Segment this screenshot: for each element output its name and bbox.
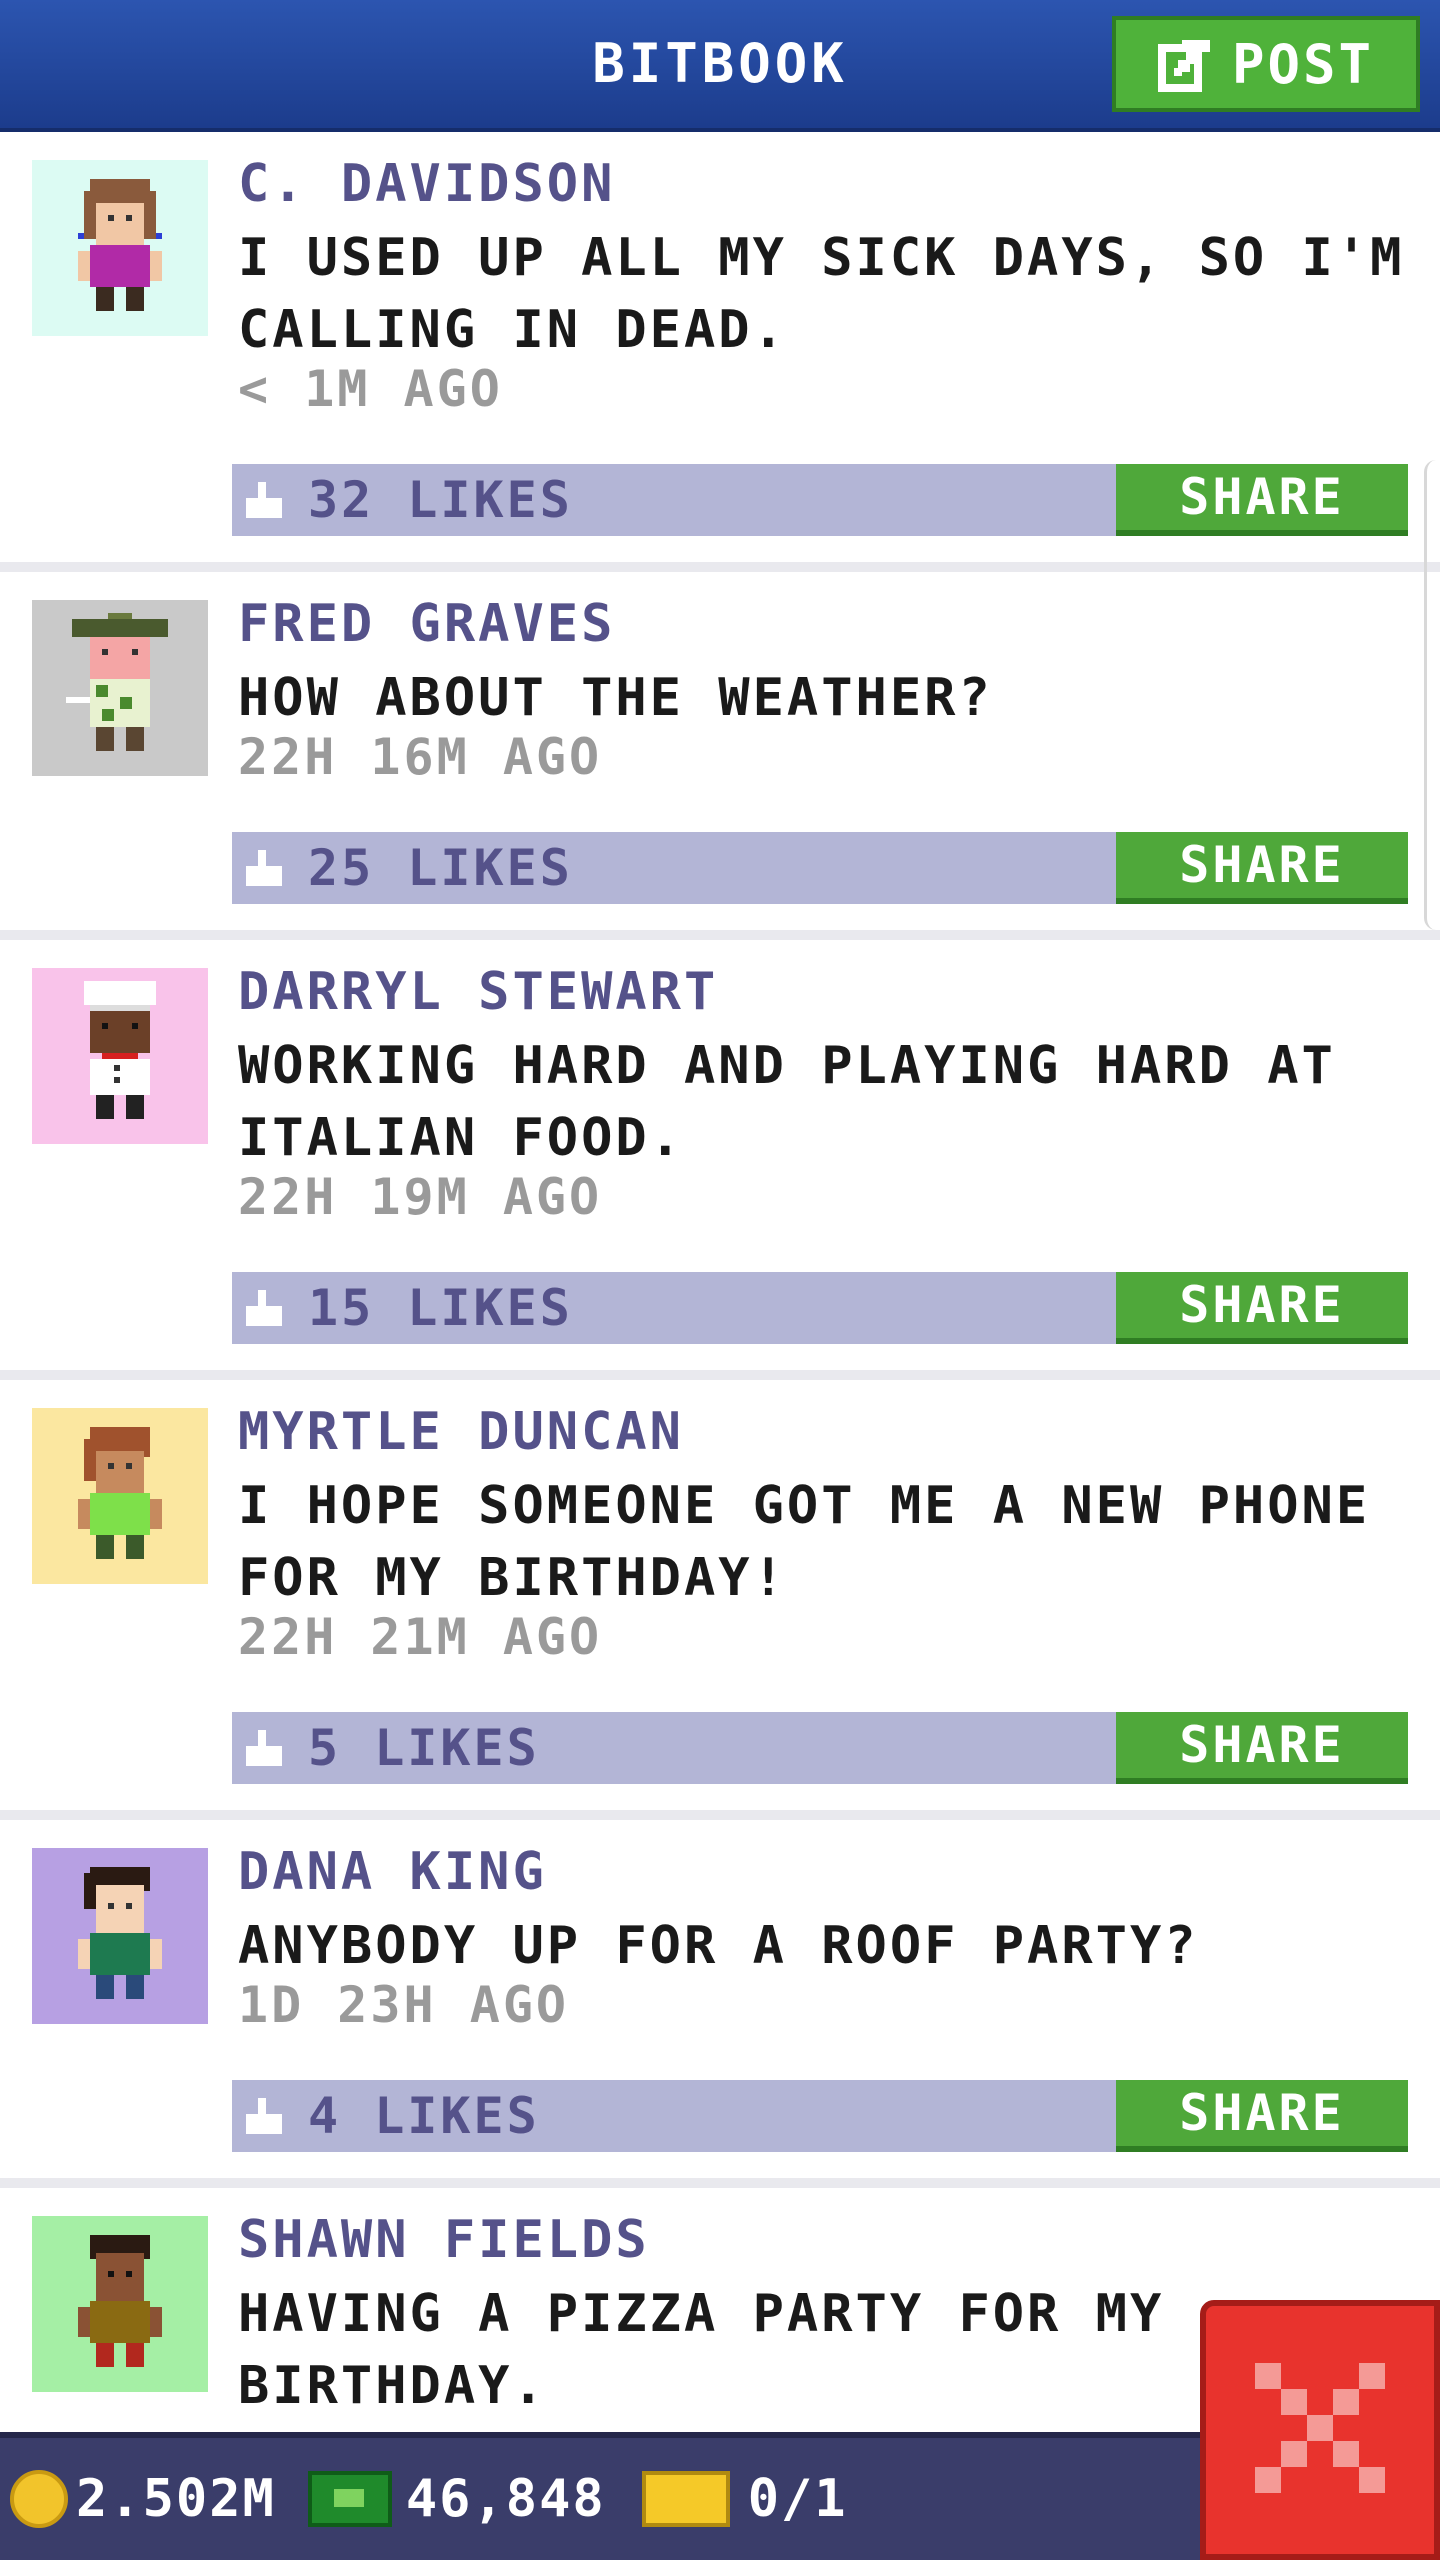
likes-count: 25 LIKES [308, 839, 573, 897]
likes-count: 5 LIKES [308, 1719, 540, 1777]
avatar [32, 1848, 208, 2024]
share-button[interactable]: SHARE [1116, 2080, 1408, 2152]
likes-bar: 5 LIKES SHARE [232, 1712, 1408, 1784]
news-feed[interactable]: C. DAVIDSON I USED UP ALL MY SICK DAYS, … [0, 132, 1440, 2448]
post-text: ANYBODY UP FOR A ROOF PARTY? [238, 1916, 1199, 1976]
post-time: < 1M AGO [238, 360, 503, 418]
close-button[interactable] [1200, 2300, 1440, 2560]
bux-count: 46,848 [405, 2469, 606, 2529]
feed-post: C. DAVIDSON I USED UP ALL MY SICK DAYS, … [0, 132, 1440, 572]
post-time: 22H 21M AGO [238, 1608, 603, 1666]
avatar [32, 2216, 208, 2392]
share-button[interactable]: SHARE [1116, 1272, 1408, 1344]
post-text: WORKING HARD AND PLAYING HARD AT ITALIAN… [238, 1036, 1336, 1168]
post-author[interactable]: C. DAVIDSON [238, 154, 615, 214]
likes-count: 4 LIKES [308, 2087, 540, 2145]
thumbs-up-icon[interactable] [246, 1290, 282, 1326]
thumbs-up-icon[interactable] [246, 482, 282, 518]
post-time: 1D 23H AGO [238, 1976, 570, 2034]
share-button[interactable]: SHARE [1116, 1712, 1408, 1784]
post-text: HOW ABOUT THE WEATHER? [238, 668, 993, 728]
coin-icon [10, 2470, 68, 2528]
ticket-icon [641, 2471, 730, 2527]
app-header: BITBOOK POST [0, 0, 1440, 132]
post-author[interactable]: MYRTLE DUNCAN [238, 1402, 684, 1462]
post-author[interactable]: SHAWN FIELDS [238, 2210, 650, 2270]
post-text: I HOPE SOMEONE GOT ME A NEW PHONE FOR MY… [238, 1476, 1371, 1608]
edit-icon [1157, 36, 1214, 92]
post-author[interactable]: DARRYL STEWART [238, 962, 718, 1022]
post-author[interactable]: FRED GRAVES [238, 594, 615, 654]
avatar [32, 1408, 208, 1584]
bux-icon [307, 2471, 392, 2527]
tickets-count: 0/1 [747, 2469, 848, 2529]
post-text: HAVING A PIZZA PARTY FOR MY BIRTHDAY. [238, 2284, 1165, 2416]
likes-bar: 32 LIKES SHARE [232, 464, 1408, 536]
scrollbar[interactable] [1424, 460, 1440, 930]
thumbs-up-icon[interactable] [246, 2098, 282, 2134]
likes-bar: 4 LIKES SHARE [232, 2080, 1408, 2152]
post-time: 22H 19M AGO [238, 1168, 603, 1226]
post-time: 22H 16M AGO [238, 728, 603, 786]
coins-count: 2.502M [76, 2469, 276, 2529]
feed-post: FRED GRAVES HOW ABOUT THE WEATHER? 22H 1… [0, 572, 1440, 940]
share-button[interactable]: SHARE [1116, 832, 1408, 904]
feed-post: DANA KING ANYBODY UP FOR A ROOF PARTY? 1… [0, 1820, 1440, 2188]
likes-bar: 25 LIKES SHARE [232, 832, 1408, 904]
likes-bar: 15 LIKES SHARE [232, 1272, 1408, 1344]
feed-post: MYRTLE DUNCAN I HOPE SOMEONE GOT ME A NE… [0, 1380, 1440, 1820]
thumbs-up-icon[interactable] [246, 1730, 282, 1766]
likes-count: 32 LIKES [308, 471, 573, 529]
avatar [32, 968, 208, 1144]
likes-count: 15 LIKES [308, 1279, 573, 1337]
close-icon [1255, 2363, 1385, 2497]
feed-post: DARRYL STEWART WORKING HARD AND PLAYING … [0, 940, 1440, 1380]
post-button-label: POST [1231, 32, 1375, 96]
avatar [32, 600, 208, 776]
thumbs-up-icon[interactable] [246, 850, 282, 886]
post-button[interactable]: POST [1112, 16, 1420, 112]
share-button[interactable]: SHARE [1116, 464, 1408, 536]
post-text: I USED UP ALL MY SICK DAYS, SO I'M CALLI… [238, 228, 1405, 360]
post-author[interactable]: DANA KING [238, 1842, 547, 1902]
avatar [32, 160, 208, 336]
